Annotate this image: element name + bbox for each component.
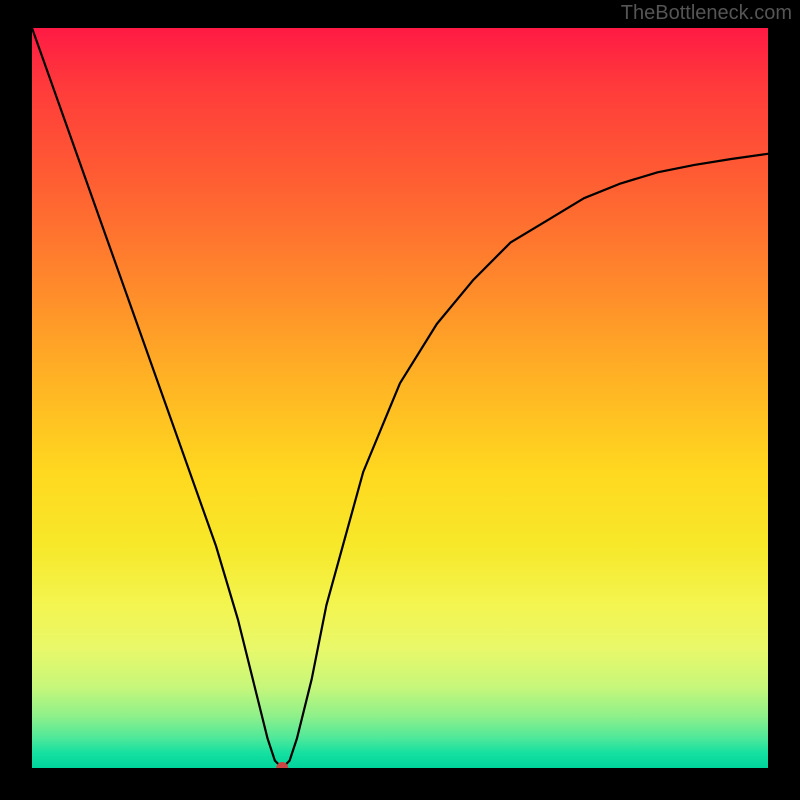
chart-plot-area	[32, 28, 768, 768]
chart-svg	[32, 28, 768, 768]
watermark-text: TheBottleneck.com	[621, 2, 792, 25]
bottleneck-curve-path	[32, 28, 768, 768]
